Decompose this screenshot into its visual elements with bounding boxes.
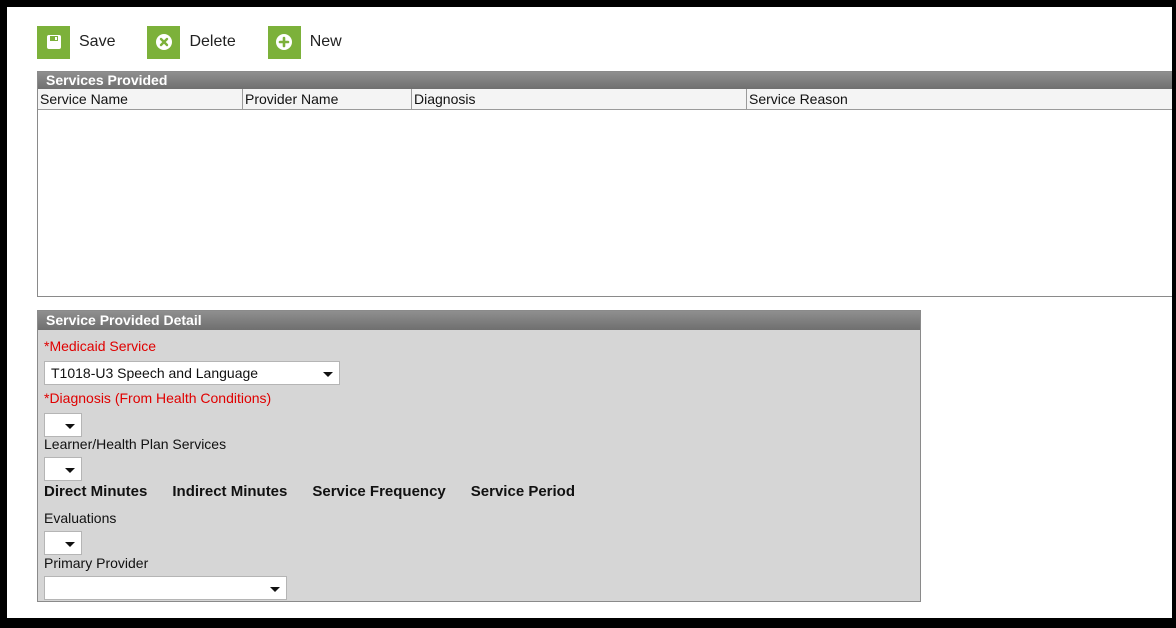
chevron-down-icon [65, 468, 75, 473]
minutes-header-row: Direct Minutes Indirect Minutes Service … [44, 483, 600, 500]
learner-plan-select[interactable] [44, 457, 82, 481]
service-frequency-header: Service Frequency [312, 483, 446, 500]
chevron-down-icon [65, 542, 75, 547]
save-icon [37, 25, 70, 59]
save-button[interactable]: Save [37, 25, 116, 59]
diagnosis-label: *Diagnosis (From Health Conditions) [44, 390, 272, 406]
evaluations-label: Evaluations [44, 510, 117, 526]
delete-button[interactable]: Delete [147, 25, 236, 59]
column-header-service-name[interactable]: Service Name [38, 89, 243, 109]
service-provided-detail-panel: Service Provided Detail *Medicaid Servic… [37, 310, 921, 602]
evaluations-select[interactable] [44, 531, 82, 555]
delete-label: Delete [189, 33, 236, 50]
indirect-minutes-header: Indirect Minutes [172, 483, 288, 500]
chevron-down-icon [65, 424, 75, 429]
delete-icon [147, 25, 181, 59]
service-period-header: Service Period [470, 483, 576, 500]
plus-icon [267, 25, 301, 59]
services-provided-title: Services Provided [38, 72, 1172, 89]
services-grid-body [38, 110, 1172, 295]
diagnosis-select[interactable] [44, 413, 82, 437]
primary-provider-label: Primary Provider [44, 555, 149, 571]
services-grid-header: Service Name Provider Name Diagnosis Ser… [38, 89, 1172, 110]
new-button[interactable]: New [267, 25, 342, 59]
save-label: Save [79, 33, 116, 50]
learner-plan-label: Learner/Health Plan Services [44, 436, 227, 452]
chevron-down-icon [270, 587, 280, 592]
chevron-down-icon [323, 372, 333, 377]
direct-minutes-header: Direct Minutes [44, 483, 148, 500]
medicaid-service-value: T1018-U3 Speech and Language [51, 365, 259, 381]
app-frame: Save Delete New Services Provided Servic… [7, 7, 1172, 618]
new-label: New [309, 33, 342, 50]
column-header-provider-name[interactable]: Provider Name [243, 89, 412, 109]
column-header-service-reason[interactable]: Service Reason [747, 89, 1172, 109]
medicaid-service-select[interactable]: T1018-U3 Speech and Language [44, 361, 340, 385]
toolbar: Save Delete New [37, 25, 374, 59]
detail-title: Service Provided Detail [38, 311, 920, 330]
column-header-diagnosis[interactable]: Diagnosis [412, 89, 747, 109]
medicaid-service-label: *Medicaid Service [44, 338, 157, 354]
services-provided-panel: Services Provided Service Name Provider … [37, 71, 1172, 297]
primary-provider-select[interactable] [44, 576, 287, 600]
